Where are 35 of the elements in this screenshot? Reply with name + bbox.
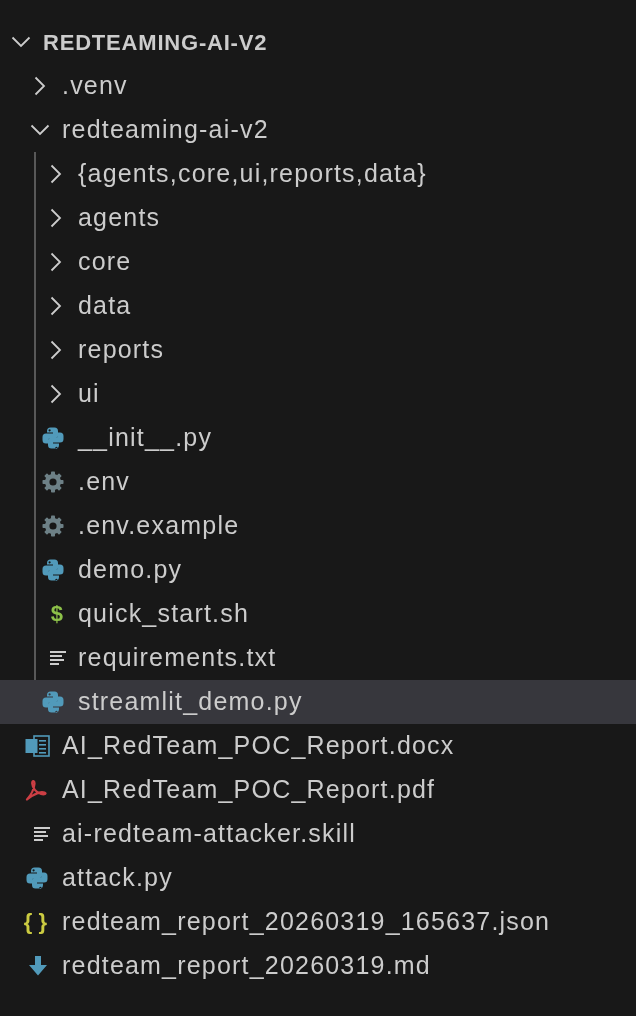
pdf-icon <box>25 779 49 801</box>
folder-item[interactable]: agents <box>0 196 636 240</box>
python-icon <box>26 867 48 889</box>
dollar-sign-icon: $ <box>50 603 63 625</box>
folder-item[interactable]: core <box>0 240 636 284</box>
file-item[interactable]: $ quick_start.sh <box>0 592 636 636</box>
file-item[interactable]: streamlit_demo.py <box>0 680 636 724</box>
file-item[interactable]: .env.example <box>0 504 636 548</box>
file-item[interactable]: requirements.txt <box>0 636 636 680</box>
file-item[interactable]: { } redteam_report_20260319_165637.json <box>0 900 636 944</box>
down-arrow-icon <box>28 955 48 977</box>
braces-icon: { } <box>23 911 47 933</box>
word-document-icon <box>25 735 50 757</box>
text-lines-icon <box>50 651 66 665</box>
file-item[interactable]: __init__.py <box>0 416 636 460</box>
file-item[interactable]: AI_RedTeam_POC_Report.pdf <box>0 768 636 812</box>
folder-item[interactable]: reports <box>0 328 636 372</box>
file-item[interactable]: attack.py <box>0 856 636 900</box>
file-item[interactable]: AI_RedTeam_POC_Report.docx <box>0 724 636 768</box>
workspace-header[interactable]: REDTEAMING-AI-V2 <box>0 20 636 64</box>
folder-item[interactable]: ui <box>0 372 636 416</box>
file-item[interactable]: .env <box>0 460 636 504</box>
gear-icon <box>42 471 64 493</box>
folder-item[interactable]: {agents,core,ui,reports,data} <box>0 152 636 196</box>
text-lines-icon <box>34 827 50 841</box>
gear-icon <box>42 515 64 537</box>
file-item[interactable]: ai-redteam-attacker.skill <box>0 812 636 856</box>
python-icon <box>42 427 64 449</box>
file-item[interactable]: redteam_report_20260319.md <box>0 944 636 988</box>
python-icon <box>42 691 64 713</box>
folder-item[interactable]: redteaming-ai-v2 <box>0 108 636 152</box>
folder-item[interactable]: data <box>0 284 636 328</box>
python-icon <box>42 559 64 581</box>
folder-item[interactable]: .venv <box>0 64 636 108</box>
file-item[interactable]: demo.py <box>0 548 636 592</box>
